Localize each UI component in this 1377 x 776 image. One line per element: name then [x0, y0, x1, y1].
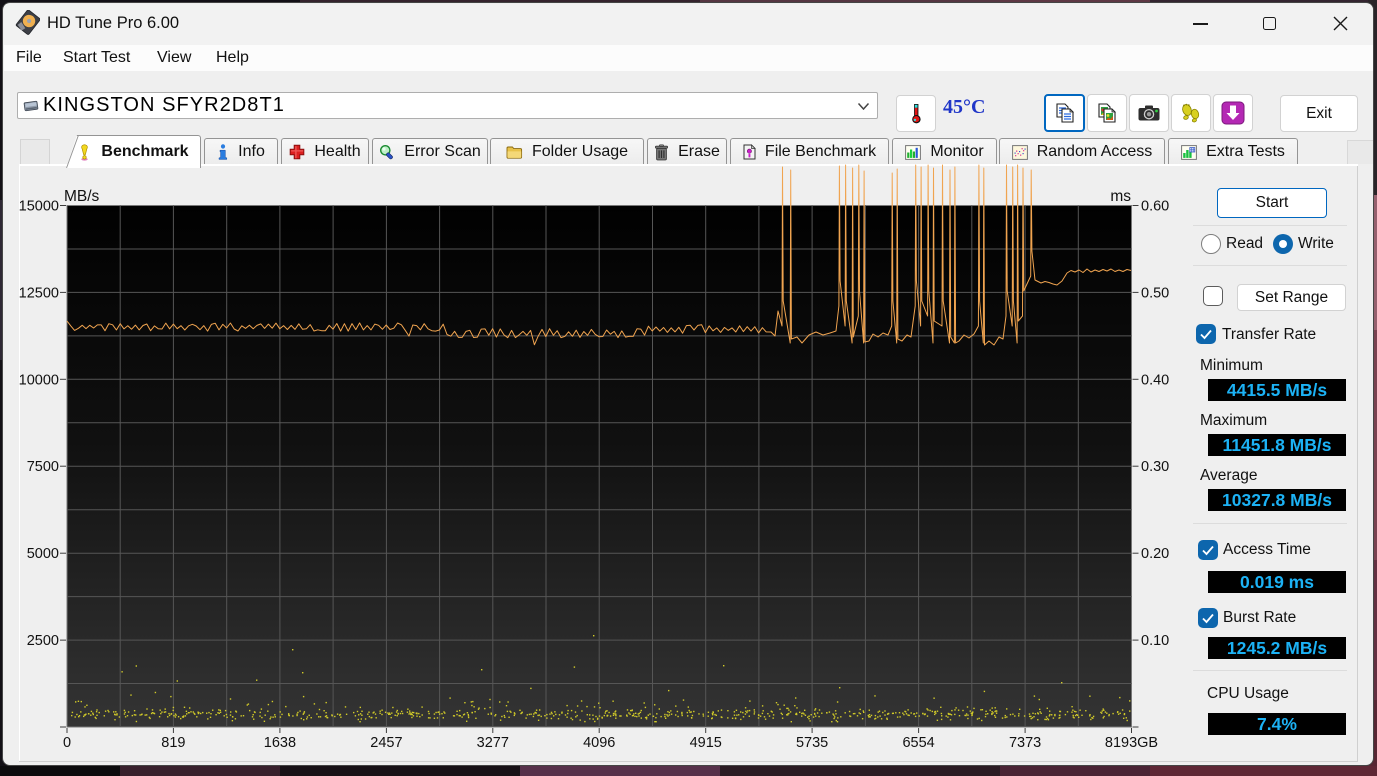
svg-text:5000: 5000: [27, 546, 59, 562]
svg-text:15000: 15000: [19, 199, 59, 215]
svg-text:5735: 5735: [796, 735, 828, 751]
svg-text:0.30: 0.30: [1141, 459, 1169, 475]
svg-text:10000: 10000: [19, 372, 59, 388]
svg-text:819: 819: [161, 735, 185, 751]
svg-text:0.10: 0.10: [1141, 633, 1169, 649]
svg-text:3277: 3277: [477, 735, 509, 751]
svg-text:0.20: 0.20: [1141, 546, 1169, 562]
svg-text:0.40: 0.40: [1141, 372, 1169, 388]
svg-text:7500: 7500: [27, 459, 59, 475]
svg-text:12500: 12500: [19, 285, 59, 301]
svg-text:6554: 6554: [902, 735, 934, 751]
svg-text:1638: 1638: [264, 735, 296, 751]
svg-text:ms: ms: [1110, 188, 1131, 205]
svg-text:0.50: 0.50: [1141, 285, 1169, 301]
svg-text:0.60: 0.60: [1141, 199, 1169, 215]
svg-text:4096: 4096: [583, 735, 615, 751]
svg-text:8193GB: 8193GB: [1105, 735, 1158, 751]
svg-text:7373: 7373: [1009, 735, 1041, 751]
svg-text:2457: 2457: [370, 735, 402, 751]
svg-text:2500: 2500: [27, 633, 59, 649]
svg-text:4915: 4915: [690, 735, 722, 751]
svg-text:0: 0: [63, 735, 71, 751]
svg-text:MB/s: MB/s: [64, 188, 100, 205]
